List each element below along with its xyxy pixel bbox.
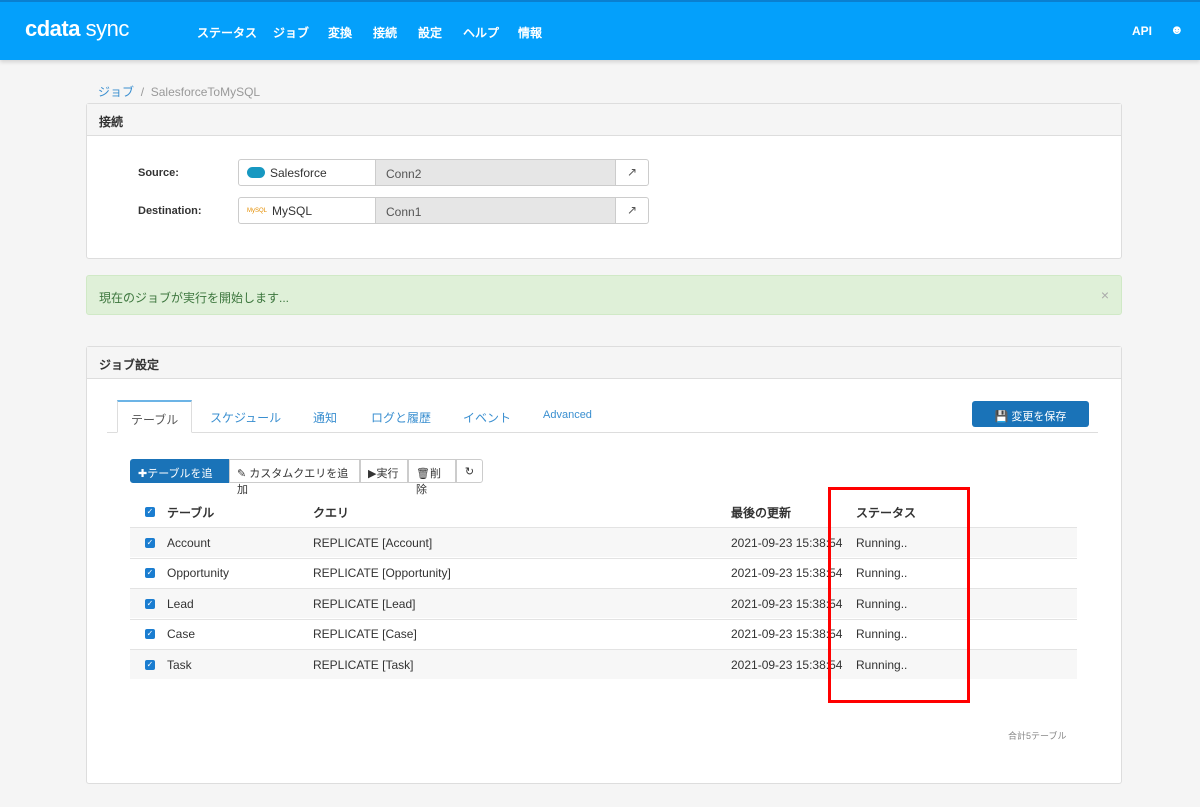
cell-table[interactable]: Account xyxy=(167,536,210,550)
column-last-updated[interactable]: 最後の更新 xyxy=(731,504,791,521)
row-checkbox[interactable]: ✓ xyxy=(145,629,155,639)
select-all-checkbox[interactable]: ✓ xyxy=(145,507,155,517)
source-conn-name: Conn2 xyxy=(376,160,616,185)
row-checkbox[interactable]: ✓ xyxy=(145,659,155,670)
cell-query: REPLICATE [Account] xyxy=(313,535,433,550)
nav-connections[interactable]: 接続 xyxy=(373,24,397,41)
open-external-icon[interactable]: ↗ xyxy=(616,198,648,223)
cell-query: REPLICATE [Task] xyxy=(313,657,414,672)
breadcrumb-current: SalesforceToMySQL xyxy=(150,85,261,99)
cdata-sync-logo[interactable]: cdata sync xyxy=(25,16,129,42)
cell-table[interactable]: Opportunity xyxy=(167,566,229,580)
tab-advanced[interactable]: Advanced xyxy=(530,400,605,433)
destination-conn-name: Conn1 xyxy=(376,198,616,223)
run-button[interactable]: ▶実行 xyxy=(360,459,408,483)
cell-updated: 2021-09-23 15:38:54 xyxy=(731,627,843,641)
nav-info[interactable]: 情報 xyxy=(518,24,542,41)
cell-table[interactable]: Task xyxy=(167,658,192,672)
tab-schedule[interactable]: スケジュール xyxy=(197,400,294,433)
cell-table[interactable]: Case xyxy=(167,627,195,641)
column-query[interactable]: クエリ xyxy=(313,504,349,521)
tab-events[interactable]: イベント xyxy=(450,400,524,433)
open-external-icon[interactable]: ↗ xyxy=(616,160,648,185)
breadcrumb-separator: / xyxy=(137,85,148,99)
alert-success: 現在のジョブが実行を開始します... × xyxy=(86,275,1122,315)
logo-text: cdata xyxy=(25,16,80,41)
nav-help[interactable]: ヘルプ xyxy=(463,24,499,41)
tab-logs[interactable]: ログと履歴 xyxy=(358,400,444,433)
nav-api[interactable]: API xyxy=(1132,24,1152,38)
destination-label: Destination: xyxy=(138,205,202,217)
total-tables: 合計5テーブル xyxy=(1008,731,1067,741)
delete-button[interactable]: 🗑削除 xyxy=(408,459,456,496)
panel-title: ジョブ設定 xyxy=(87,347,1121,379)
panel-title: 接続 xyxy=(87,104,1121,136)
cell-query: REPLICATE [Opportunity] xyxy=(313,566,451,580)
cell-updated: 2021-09-23 15:38:54 xyxy=(731,657,843,672)
highlight-box xyxy=(828,487,970,703)
cell-query: REPLICATE [Lead] xyxy=(313,596,416,611)
alert-text: 現在のジョブが実行を開始します... xyxy=(99,291,290,305)
top-navbar: cdata sync ステータス ジョブ 変換 接続 設定 ヘルプ 情報 API… xyxy=(0,0,1200,60)
save-label: 変更を保存 xyxy=(1011,411,1067,423)
tab-tables[interactable]: テーブル xyxy=(117,400,193,433)
save-icon: 💾 xyxy=(994,411,1009,423)
source-connection: Salesforce Conn2 ↗ xyxy=(238,159,649,186)
row-checkbox[interactable]: ✓ xyxy=(145,598,155,609)
breadcrumb: ジョブ / SalesforceToMySQL xyxy=(98,83,260,100)
nav-settings[interactable]: 設定 xyxy=(418,24,442,41)
label: 実行 xyxy=(376,468,399,480)
destination-type: MySQL xyxy=(272,203,313,218)
column-table[interactable]: テーブル xyxy=(167,504,214,521)
mysql-icon: MySQL xyxy=(247,207,268,214)
cell-query: REPLICATE [Case] xyxy=(313,627,417,641)
nav-jobs[interactable]: ジョブ xyxy=(273,24,309,41)
user-icon[interactable]: ☻ xyxy=(1170,22,1184,37)
refresh-button[interactable]: ↻ xyxy=(456,459,483,483)
nav-transform[interactable]: 変換 xyxy=(328,24,352,41)
logo-text-sync: sync xyxy=(85,16,130,41)
row-checkbox[interactable]: ✓ xyxy=(145,568,155,578)
source-type: Salesforce xyxy=(270,165,327,180)
trash-icon: 🗑 xyxy=(416,468,430,480)
edit-icon: ✎ xyxy=(237,468,247,480)
source-label: Source: xyxy=(138,167,179,179)
cell-updated: 2021-09-23 15:38:54 xyxy=(731,535,843,550)
cell-updated: 2021-09-23 15:38:54 xyxy=(731,596,843,611)
destination-connection: MySQL MySQL Conn1 ↗ xyxy=(238,197,649,224)
breadcrumb-jobs-link[interactable]: ジョブ xyxy=(98,85,134,99)
refresh-icon: ↻ xyxy=(464,466,475,478)
tab-notifications[interactable]: 通知 xyxy=(300,400,350,433)
save-changes-button[interactable]: 💾 変更を保存 xyxy=(972,401,1089,427)
row-checkbox[interactable]: ✓ xyxy=(145,537,155,548)
nav-status[interactable]: ステータス xyxy=(197,24,257,41)
add-table-button[interactable]: ✚テーブルを追加 xyxy=(130,459,229,496)
cell-table[interactable]: Lead xyxy=(167,597,194,611)
close-icon[interactable]: × xyxy=(1101,287,1109,303)
salesforce-icon xyxy=(247,167,265,178)
cell-updated: 2021-09-23 15:38:54 xyxy=(731,566,843,580)
add-custom-query-button[interactable]: ✎ カスタムクエリを追加 xyxy=(229,459,360,496)
